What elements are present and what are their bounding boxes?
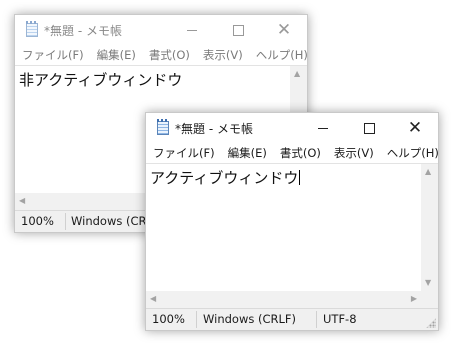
encoding: UTF-8 [323,312,357,326]
menu-bar: ファイル(F) 編集(E) 書式(O) 表示(V) ヘルプ(H) [146,143,438,163]
notepad-icon [157,119,169,135]
menu-help[interactable]: ヘルプ(H) [256,47,307,63]
editor-line: アクティブウィンドウ [150,167,301,188]
editor-text: 非アクティブウィンドウ [19,71,183,89]
menu-view[interactable]: 表示(V) [334,145,374,161]
close-button[interactable]: ✕ [261,15,307,45]
resize-grip-icon[interactable] [426,318,436,328]
notepad-icon [26,21,38,37]
menu-file[interactable]: ファイル(F) [153,145,215,161]
menu-edit[interactable]: 編集(E) [228,145,267,161]
menu-edit[interactable]: 編集(E) [97,47,136,63]
maximize-icon [232,24,244,36]
window-title: *無題 - メモ帳 [44,23,122,38]
status-divider [196,311,197,328]
active-notepad-window[interactable]: *無題 - メモ帳 ✕ ファイル(F) 編集(E) 書式(O) 表示(V) ヘル… [145,112,439,331]
minimize-button[interactable] [300,113,346,143]
close-icon: ✕ [407,117,423,138]
minimize-icon [318,127,328,129]
scroll-right-icon[interactable]: ▶ [411,295,417,303]
maximize-button[interactable] [215,15,261,45]
line-ending: Windows (CRLF) [203,312,297,326]
scroll-left-icon[interactable]: ◀ [19,197,25,205]
menu-bar: ファイル(F) 編集(E) 書式(O) 表示(V) ヘルプ(H) [15,45,307,65]
menu-view[interactable]: 表示(V) [203,47,243,63]
scroll-up-icon[interactable]: ▲ [425,168,431,176]
close-button[interactable]: ✕ [392,113,438,143]
status-divider [65,213,66,230]
menu-format[interactable]: 書式(O) [149,47,190,63]
window-title: *無題 - メモ帳 [175,121,253,136]
maximize-button[interactable] [346,113,392,143]
scroll-left-icon[interactable]: ◀ [150,295,156,303]
status-divider [316,311,317,328]
menu-file[interactable]: ファイル(F) [22,47,84,63]
text-caret [299,170,301,185]
horizontal-scrollbar[interactable]: ◀ ▶ [146,291,421,308]
zoom-level: 100% [152,312,185,326]
vertical-scrollbar[interactable]: ▲ ▼ [421,164,438,291]
minimize-button[interactable] [169,15,215,45]
zoom-level: 100% [21,214,54,228]
menu-format[interactable]: 書式(O) [280,145,321,161]
close-icon: ✕ [276,19,292,40]
scroll-down-icon[interactable]: ▼ [425,279,431,287]
maximize-icon [363,122,375,134]
text-editor-area[interactable]: アクティブウィンドウ ▲ ▼ ◀ ▶ [146,163,438,308]
status-bar: 100% Windows (CRLF) UTF-8 [146,308,438,330]
editor-text: アクティブウィンドウ [150,169,299,187]
minimize-icon [187,29,197,31]
scroll-up-icon[interactable]: ▲ [294,70,300,78]
menu-help[interactable]: ヘルプ(H) [387,145,438,161]
scrollbar-corner [421,291,438,308]
